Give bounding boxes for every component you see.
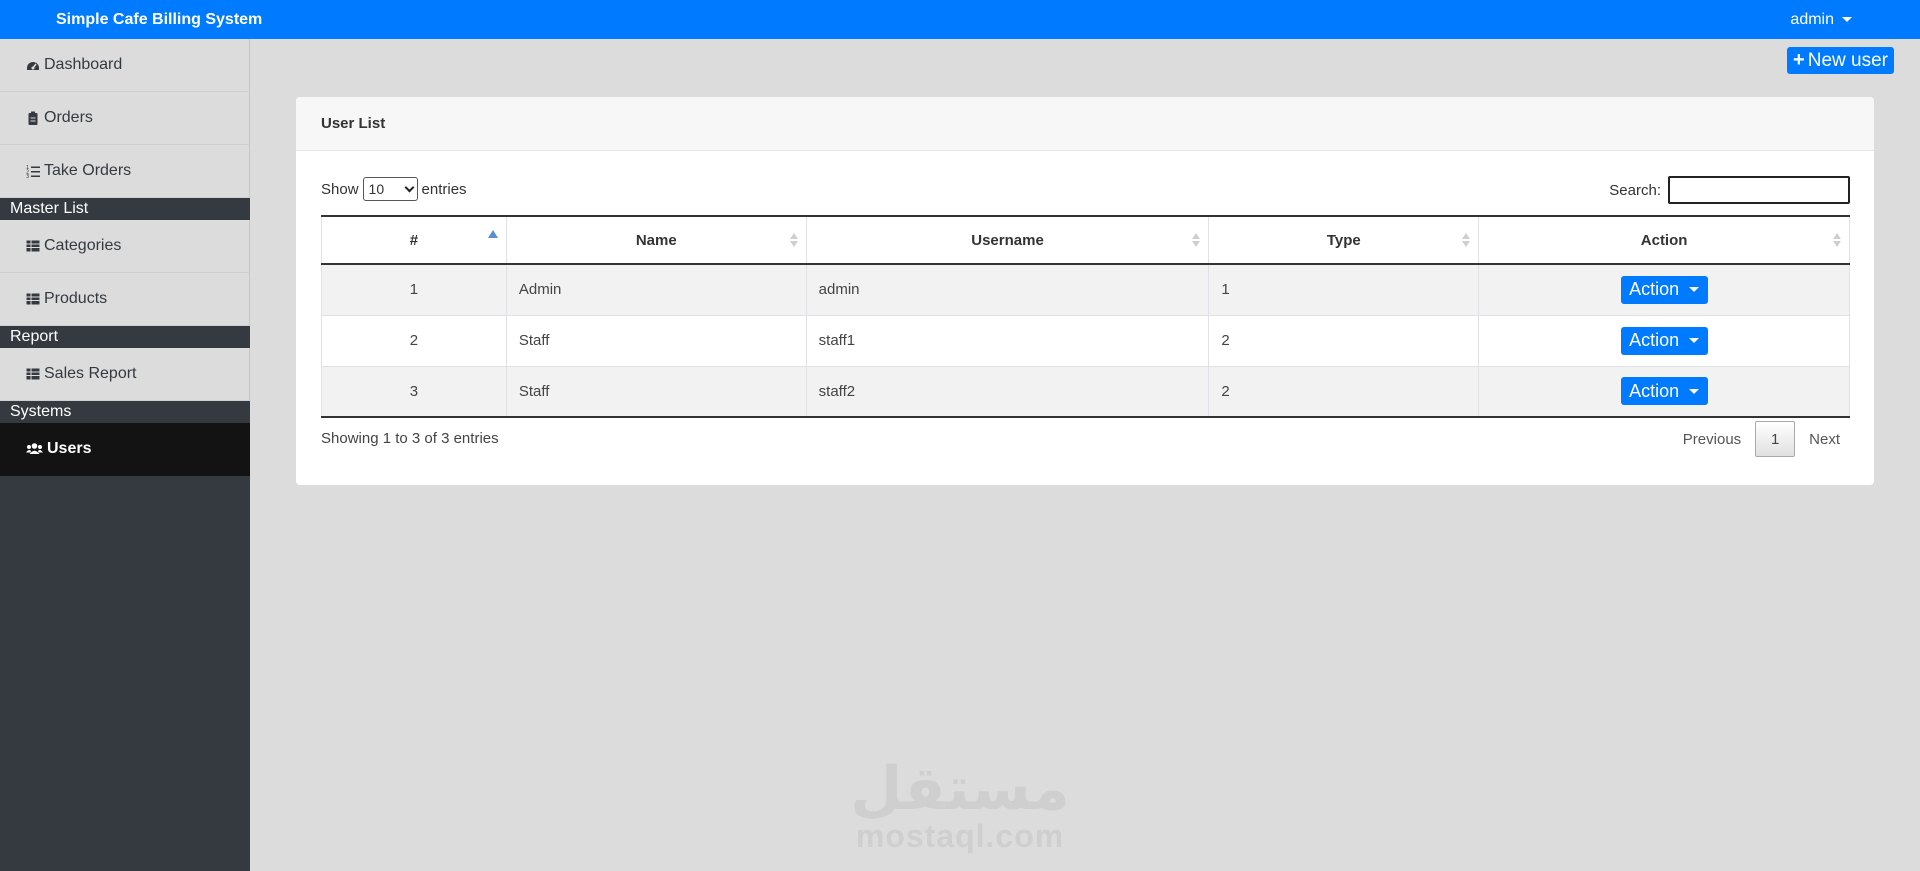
new-user-label: New user xyxy=(1807,49,1888,71)
show-label: Show xyxy=(321,180,359,198)
clipboard-icon xyxy=(26,111,40,125)
search-label: Search: xyxy=(1609,181,1661,199)
pagination-next[interactable]: Next xyxy=(1795,421,1854,457)
page-length-select[interactable]: 10 xyxy=(362,177,418,201)
cell-username: admin xyxy=(805,263,1210,316)
cell-username: staff2 xyxy=(805,365,1210,418)
sidebar-item-label: Categories xyxy=(44,237,122,254)
action-label: Action xyxy=(1629,279,1680,300)
user-menu-label: admin xyxy=(1790,10,1834,28)
action-label: Action xyxy=(1629,380,1680,401)
entries-label: entries xyxy=(421,180,467,198)
cell-name: Admin xyxy=(505,263,807,316)
cell-username: staff1 xyxy=(805,314,1210,367)
cell-name: Staff xyxy=(505,365,807,418)
list-ol-icon: 123 xyxy=(26,164,40,180)
sidebar-item-label: Orders xyxy=(44,109,93,126)
sidebar-section-systems: Systems xyxy=(0,401,250,423)
svg-text:3: 3 xyxy=(26,174,29,178)
cell-num: 3 xyxy=(321,365,507,418)
sidebar-item-label: Products xyxy=(44,290,108,307)
chevron-down-icon xyxy=(404,182,414,192)
pagination-previous[interactable]: Previous xyxy=(1669,421,1755,457)
sidebar-item-label: Sales Report xyxy=(44,365,137,382)
column-header-num[interactable]: # xyxy=(321,215,507,265)
table-icon xyxy=(26,292,40,306)
cell-action: Action xyxy=(1478,263,1850,316)
sort-icon xyxy=(1833,233,1841,247)
search-control: Search: xyxy=(1609,176,1850,204)
sidebar-item-orders[interactable]: Orders xyxy=(0,92,250,145)
table-icon xyxy=(26,367,40,381)
sidebar-item-label: Users xyxy=(47,440,92,457)
action-label: Action xyxy=(1629,330,1680,350)
sidebar-section-report: Report xyxy=(0,326,250,348)
cell-type: 2 xyxy=(1208,365,1480,418)
table-header-row: # Name Username Type Action xyxy=(321,215,1850,265)
column-header-label: Action xyxy=(1640,231,1688,249)
cell-type: 1 xyxy=(1208,263,1480,316)
users-icon xyxy=(26,442,43,456)
page-length-value: 10 xyxy=(368,181,385,197)
column-header-label: # xyxy=(409,231,419,249)
column-header-label: Username xyxy=(971,231,1044,249)
sidebar-item-sales-report[interactable]: Sales Report xyxy=(0,348,250,401)
action-dropdown-button[interactable]: Action xyxy=(1620,326,1708,355)
column-header-action[interactable]: Action xyxy=(1478,215,1850,265)
sidebar: Dashboard Orders 123 Take Orders Master … xyxy=(0,39,250,871)
user-list-card: User List Show 10 entries Search: # Name… xyxy=(296,97,1874,485)
sidebar-item-dashboard[interactable]: Dashboard xyxy=(0,39,250,92)
page-length-control: Show 10 entries xyxy=(321,177,467,201)
user-menu-dropdown[interactable]: admin xyxy=(1790,11,1852,29)
sidebar-item-products[interactable]: Products xyxy=(0,273,250,326)
search-input[interactable] xyxy=(1668,176,1850,204)
column-header-username[interactable]: Username xyxy=(805,215,1210,265)
sidebar-item-users[interactable]: Users xyxy=(0,423,250,476)
column-header-label: Type xyxy=(1326,231,1361,249)
card-title: User List xyxy=(296,97,1874,151)
chevron-down-icon xyxy=(1689,287,1700,293)
new-user-button[interactable]: + New user xyxy=(1787,47,1894,74)
dashboard-icon xyxy=(26,58,40,72)
cell-num: 1 xyxy=(321,263,507,316)
chevron-down-icon xyxy=(1689,338,1700,343)
sidebar-item-label: Take Orders xyxy=(44,162,132,179)
cell-action: Action xyxy=(1478,314,1850,367)
action-dropdown-button[interactable]: Action xyxy=(1620,377,1708,406)
sidebar-section-master-list: Master List xyxy=(0,198,250,220)
table-icon xyxy=(26,239,40,253)
plus-icon: + xyxy=(1793,49,1805,71)
action-dropdown-button[interactable]: Action xyxy=(1620,275,1708,304)
sort-icon xyxy=(1462,233,1471,247)
sidebar-item-categories[interactable]: Categories xyxy=(0,220,250,273)
chevron-down-icon xyxy=(1842,17,1852,22)
column-header-name[interactable]: Name xyxy=(505,215,807,265)
top-navbar: Simple Cafe Billing System admin xyxy=(0,0,1920,39)
chevron-down-icon xyxy=(1689,388,1700,394)
sort-ascending-icon xyxy=(487,230,498,238)
table-row: 1 Admin admin 1 Action xyxy=(321,263,1850,316)
cell-num: 2 xyxy=(321,314,507,367)
table-row: 3 Staff staff2 2 Action xyxy=(321,365,1850,418)
watermark-latin: mostaql.com xyxy=(855,818,1065,854)
column-header-type[interactable]: Type xyxy=(1208,215,1480,265)
watermark-logo: مستقل mostaql.com xyxy=(845,755,1075,854)
sidebar-item-label: Dashboard xyxy=(44,56,123,73)
app-title[interactable]: Simple Cafe Billing System xyxy=(56,11,262,29)
watermark-arabic: مستقل xyxy=(850,755,1070,822)
sort-icon xyxy=(1192,233,1201,247)
cell-action: Action xyxy=(1478,365,1850,418)
pagination: Previous 1 Next xyxy=(1669,421,1854,457)
cell-type: 2 xyxy=(1208,314,1480,367)
table-row: 2 Staff staff1 2 Action xyxy=(321,314,1850,367)
table-info: Showing 1 to 3 of 3 entries xyxy=(321,430,499,447)
sidebar-item-take-orders[interactable]: 123 Take Orders xyxy=(0,145,250,198)
column-header-label: Name xyxy=(635,231,677,249)
sort-icon xyxy=(789,233,798,247)
cell-name: Staff xyxy=(505,314,807,367)
users-table: # Name Username Type Action 1 Admin admi… xyxy=(321,215,1850,418)
pagination-page-current[interactable]: 1 xyxy=(1755,421,1796,457)
